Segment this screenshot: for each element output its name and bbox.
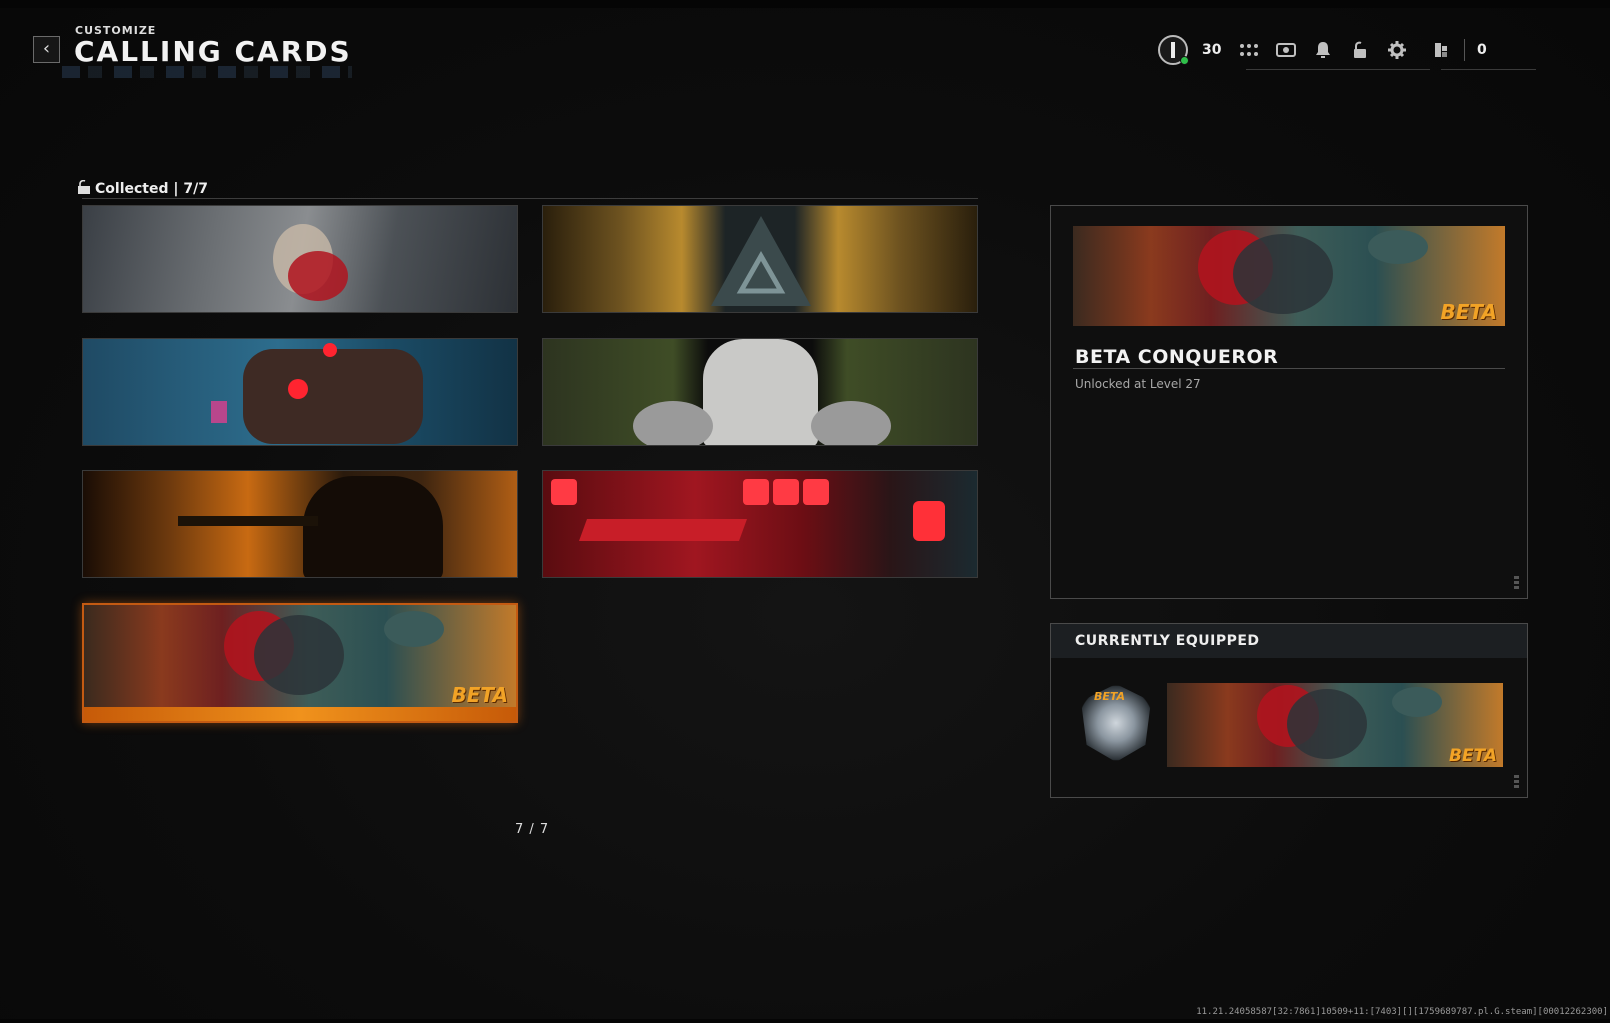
collection-header: Collected | 7/7	[77, 179, 208, 198]
card-art	[1287, 689, 1367, 759]
preview-panel: BETA BETA CONQUEROR Unlocked at Level 27	[1050, 205, 1528, 599]
top-strip	[0, 0, 1610, 8]
unlock-icon[interactable]	[1349, 39, 1371, 61]
card-art	[703, 339, 818, 445]
card-art	[578, 519, 748, 541]
page-title: CALLING CARDS	[74, 35, 352, 68]
card-art	[178, 516, 318, 526]
header-glitch-decoration	[62, 66, 352, 78]
currency-icon[interactable]	[1430, 39, 1452, 61]
unlock-requirement: Unlocked at Level 27	[1075, 377, 1201, 391]
nav-icons	[1238, 39, 1452, 61]
selected-indicator	[84, 707, 516, 721]
nav-underline	[1246, 69, 1430, 70]
calling-card-night-vehicle[interactable]	[82, 338, 518, 446]
page-indicator: 7 / 7	[515, 822, 550, 837]
card-art	[323, 343, 337, 357]
card-art	[384, 611, 444, 647]
online-status-icon	[1180, 56, 1189, 65]
currency-amount: 0	[1477, 42, 1487, 58]
card-art	[254, 615, 344, 695]
card-art	[288, 379, 308, 399]
equipped-heading: CURRENTLY EQUIPPED	[1075, 633, 1260, 649]
calling-card-red-lab[interactable]	[542, 470, 978, 578]
corner-decoration	[1514, 576, 1519, 590]
calling-card-shattered-portrait[interactable]	[82, 205, 518, 313]
card-art	[1392, 687, 1442, 717]
card-art	[288, 251, 348, 301]
player-level-badge[interactable]	[1158, 35, 1189, 65]
beta-label: BETA	[1440, 300, 1497, 324]
card-art	[551, 479, 577, 505]
currency-underline	[1441, 69, 1536, 70]
emblem-beta-label: BETA	[1094, 690, 1126, 703]
build-info: 11.21.24058587[32:7861]10509+11:[7403][]…	[1196, 1007, 1608, 1017]
card-art	[1368, 230, 1428, 264]
card-art	[243, 349, 423, 444]
calling-card-beta-conqueror[interactable]: BETA	[82, 603, 518, 723]
bottom-strip	[0, 1019, 1610, 1023]
collection-divider	[82, 198, 978, 199]
card-art	[303, 476, 443, 577]
preview-title: BETA CONQUEROR	[1075, 346, 1279, 368]
corner-decoration	[1514, 775, 1519, 789]
equipped-panel: CURRENTLY EQUIPPED BETA BETA	[1050, 623, 1528, 798]
status-bar: 30 0	[1158, 30, 1487, 70]
preview-divider	[1073, 368, 1505, 369]
calling-card-gold-triangle[interactable]	[542, 205, 978, 313]
card-art	[633, 401, 713, 445]
divider	[1464, 39, 1465, 61]
equipped-calling-card[interactable]: BETA	[1167, 683, 1503, 767]
rank-icon	[1171, 42, 1175, 58]
equipped-header: CURRENTLY EQUIPPED	[1051, 624, 1527, 658]
card-art	[811, 401, 891, 445]
collection-count: Collected | 7/7	[95, 181, 208, 197]
beta-label: BETA	[451, 683, 508, 707]
preview-calling-card: BETA	[1073, 226, 1505, 326]
card-art	[913, 501, 945, 541]
gear-icon[interactable]	[1386, 39, 1408, 61]
player-level: 30	[1202, 42, 1222, 58]
chevron-left-icon: ‹	[42, 37, 51, 59]
card-art	[773, 479, 799, 505]
store-icon[interactable]	[1275, 39, 1297, 61]
bell-icon[interactable]	[1312, 39, 1334, 61]
card-art	[803, 479, 829, 505]
calling-card-gunner[interactable]	[82, 470, 518, 578]
beta-label: BETA	[1448, 746, 1497, 766]
back-button[interactable]: ‹	[33, 36, 60, 63]
card-art	[211, 401, 227, 423]
calling-card-robot[interactable]	[542, 338, 978, 446]
card-art	[711, 216, 811, 306]
grid-icon[interactable]	[1238, 39, 1260, 61]
card-art	[743, 479, 769, 505]
card-art	[1233, 234, 1333, 314]
unlock-icon	[77, 179, 91, 198]
